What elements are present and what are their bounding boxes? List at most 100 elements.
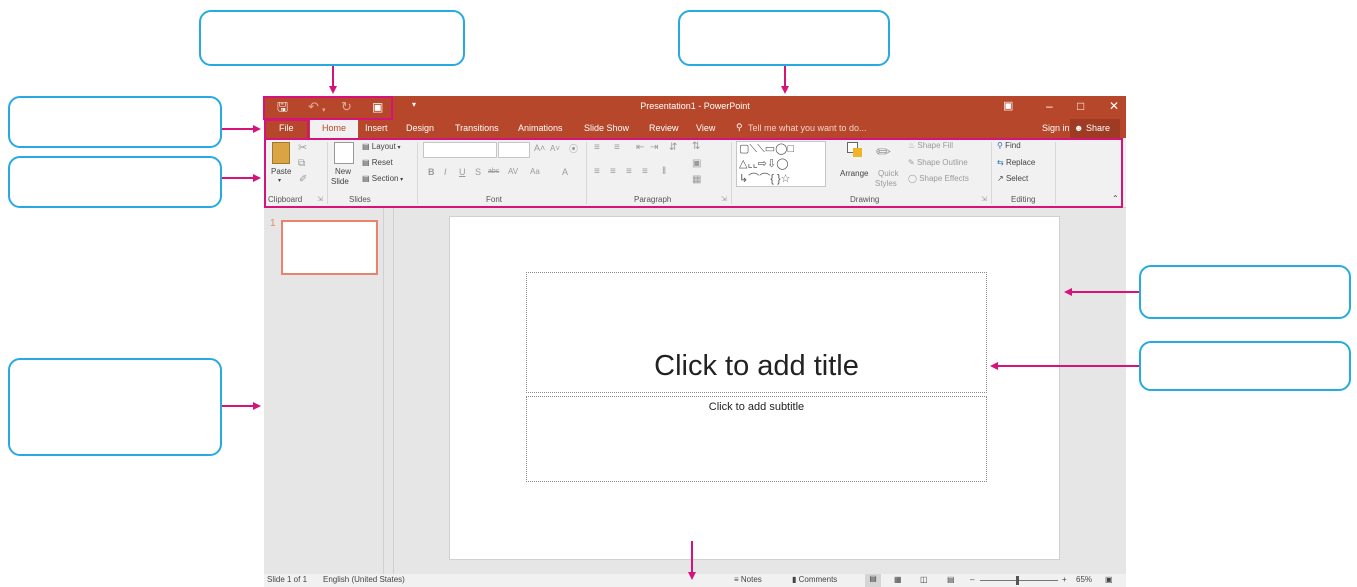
paint-bucket-icon: ♨ bbox=[908, 141, 918, 150]
maximize-icon[interactable]: □ bbox=[1077, 99, 1084, 113]
select-button[interactable]: ↗ Select bbox=[997, 174, 1028, 183]
arrange-button[interactable]: Arrange bbox=[840, 169, 868, 178]
drawing-launcher-icon[interactable]: ⇲ bbox=[981, 195, 987, 203]
replace-button[interactable]: ⇆ Replace bbox=[997, 158, 1035, 167]
new-slide-button[interactable]: New bbox=[335, 167, 351, 176]
paste-dropdown-icon[interactable]: ▾ bbox=[278, 177, 281, 184]
lightbulb-icon: ⚲ bbox=[736, 122, 743, 132]
minimize-icon[interactable]: – bbox=[1046, 99, 1053, 113]
tab-insert[interactable]: Insert bbox=[365, 123, 388, 133]
language-indicator[interactable]: English (United States) bbox=[323, 575, 405, 584]
character-spacing-icon[interactable]: AV bbox=[508, 167, 518, 176]
shadow-icon[interactable]: S bbox=[475, 167, 481, 177]
cursor-icon: ↗ bbox=[997, 174, 1006, 183]
new-slide-icon[interactable] bbox=[334, 142, 354, 164]
tab-slide-show[interactable]: Slide Show bbox=[584, 123, 629, 133]
shape-outline-button[interactable]: ✎ Shape Outline bbox=[908, 158, 968, 167]
increase-indent-icon[interactable]: ⇥ bbox=[650, 142, 658, 153]
ribbon: Paste ▾ ✂ ⧉ ✐ Clipboard ⇲ New Slide ▤ La… bbox=[264, 138, 1126, 208]
underline-icon[interactable]: U bbox=[459, 167, 466, 177]
bullets-icon[interactable]: ≡ bbox=[594, 142, 600, 153]
normal-view-icon[interactable]: ▤ bbox=[865, 574, 881, 587]
group-label-font: Font bbox=[486, 195, 503, 204]
numbering-icon[interactable]: ≡ bbox=[614, 142, 620, 153]
tab-file[interactable]: File bbox=[279, 123, 294, 133]
powerpoint-window: 🖫 ↶ ▾ ↻ ▣ ▾ Presentation1 - PowerPoint ▣… bbox=[264, 96, 1126, 587]
center-icon[interactable]: ≡ bbox=[610, 166, 616, 177]
font-size-box[interactable] bbox=[498, 142, 530, 158]
bold-icon[interactable]: B bbox=[428, 167, 435, 177]
pane-divider[interactable] bbox=[383, 208, 394, 574]
arrange-icon[interactable] bbox=[847, 142, 863, 158]
divider bbox=[991, 142, 992, 204]
quick-styles-button[interactable]: Quick bbox=[878, 169, 898, 178]
shape-effects-icon: ◯ bbox=[908, 174, 920, 183]
shapes-gallery[interactable]: ▢⟍⟍▭◯□ △⌞⌞⇨⇩◯ ↳⌒⌒{ }☆ bbox=[736, 141, 826, 187]
zoom-in-icon[interactable]: + bbox=[1062, 575, 1067, 584]
subtitle-placeholder-text: Click to add subtitle bbox=[708, 401, 805, 413]
title-placeholder[interactable]: Click to add title bbox=[526, 272, 987, 393]
reading-view-icon[interactable]: ◫ bbox=[920, 575, 928, 584]
ribbon-display-options-icon[interactable]: ▣ bbox=[1003, 99, 1013, 112]
clipboard-launcher-icon[interactable]: ⇲ bbox=[317, 195, 323, 203]
notes-label: Notes bbox=[740, 575, 762, 584]
pencil-icon: ✎ bbox=[908, 158, 917, 167]
format-painter-icon[interactable]: ✐ bbox=[299, 174, 307, 185]
zoom-level[interactable]: 65% bbox=[1076, 575, 1092, 584]
callout-file-tab bbox=[8, 96, 222, 148]
columns-icon[interactable]: ‖ bbox=[662, 166, 666, 177]
shape-effects-button[interactable]: ◯ Shape Effects bbox=[908, 174, 969, 183]
layout-button[interactable]: ▤ Layout ▾ bbox=[362, 142, 401, 151]
decrease-indent-icon[interactable]: ⇤ bbox=[636, 142, 644, 153]
decrease-font-size-icon[interactable]: A˅ bbox=[550, 144, 560, 153]
tab-design[interactable]: Design bbox=[406, 123, 434, 133]
notes-icon: ≡ bbox=[734, 575, 741, 584]
cut-icon[interactable]: ✂ bbox=[298, 141, 307, 154]
reset-button[interactable]: ▤ Reset bbox=[362, 158, 393, 167]
tab-transitions[interactable]: Transitions bbox=[455, 123, 499, 133]
clear-formatting-icon[interactable]: ⦿ bbox=[569, 142, 578, 155]
paste-button[interactable]: Paste bbox=[271, 167, 291, 176]
tab-home[interactable]: Home bbox=[310, 119, 358, 138]
zoom-slider-thumb[interactable] bbox=[1016, 576, 1019, 585]
slide-thumbnail[interactable] bbox=[281, 220, 378, 275]
quick-styles-icon[interactable]: ✏ bbox=[876, 142, 891, 163]
italic-icon[interactable]: I bbox=[444, 167, 447, 177]
collapse-ribbon-icon[interactable]: ⌃ bbox=[1112, 194, 1119, 203]
paragraph-launcher-icon[interactable]: ⇲ bbox=[721, 195, 727, 203]
subtitle-placeholder[interactable]: Click to add subtitle bbox=[526, 396, 987, 482]
align-text-icon[interactable]: ▣ bbox=[692, 158, 701, 169]
zoom-out-icon[interactable]: – bbox=[970, 575, 974, 584]
section-button[interactable]: ▤ Section ▾ bbox=[362, 174, 403, 183]
slide-show-icon[interactable]: ▤ bbox=[947, 575, 955, 584]
align-right-icon[interactable]: ≡ bbox=[626, 166, 632, 177]
smartart-icon[interactable]: ▦ bbox=[692, 174, 701, 185]
strikethrough-icon[interactable]: abc bbox=[488, 168, 499, 175]
slide-sorter-icon[interactable]: ▦ bbox=[894, 575, 902, 584]
font-name-box[interactable] bbox=[423, 142, 497, 158]
notes-button[interactable]: ≡ Notes bbox=[734, 575, 762, 584]
font-color-icon[interactable]: A bbox=[562, 167, 568, 177]
shape-fill-button[interactable]: ♨ Shape Fill bbox=[908, 141, 953, 150]
close-icon[interactable]: ✕ bbox=[1109, 99, 1119, 113]
text-direction-icon[interactable]: ⇅ bbox=[692, 141, 700, 152]
fit-slide-icon[interactable]: ▣ bbox=[1105, 575, 1113, 584]
comments-button[interactable]: ▮ Comments bbox=[792, 575, 837, 584]
line-spacing-icon[interactable]: ⇵ bbox=[669, 142, 677, 153]
share-button[interactable]: ☻ Share bbox=[1070, 119, 1120, 138]
sign-in-link[interactable]: Sign in bbox=[1042, 123, 1070, 133]
tab-view[interactable]: View bbox=[696, 123, 715, 133]
find-button[interactable]: ⚲ Find bbox=[997, 141, 1021, 150]
increase-font-size-icon[interactable]: A˄ bbox=[534, 143, 545, 153]
paste-icon[interactable] bbox=[272, 142, 290, 164]
change-case-icon[interactable]: Aa bbox=[530, 167, 540, 176]
person-icon: ☻ bbox=[1074, 123, 1086, 133]
tab-review[interactable]: Review bbox=[649, 123, 679, 133]
copy-icon[interactable]: ⧉ bbox=[298, 158, 305, 169]
section-label: Section bbox=[371, 174, 399, 183]
zoom-slider[interactable] bbox=[980, 580, 1058, 581]
align-left-icon[interactable]: ≡ bbox=[594, 166, 600, 177]
tell-me-search[interactable]: Tell me what you want to do... bbox=[748, 123, 867, 133]
tab-animations[interactable]: Animations bbox=[518, 123, 563, 133]
justify-icon[interactable]: ≡ bbox=[642, 166, 648, 177]
